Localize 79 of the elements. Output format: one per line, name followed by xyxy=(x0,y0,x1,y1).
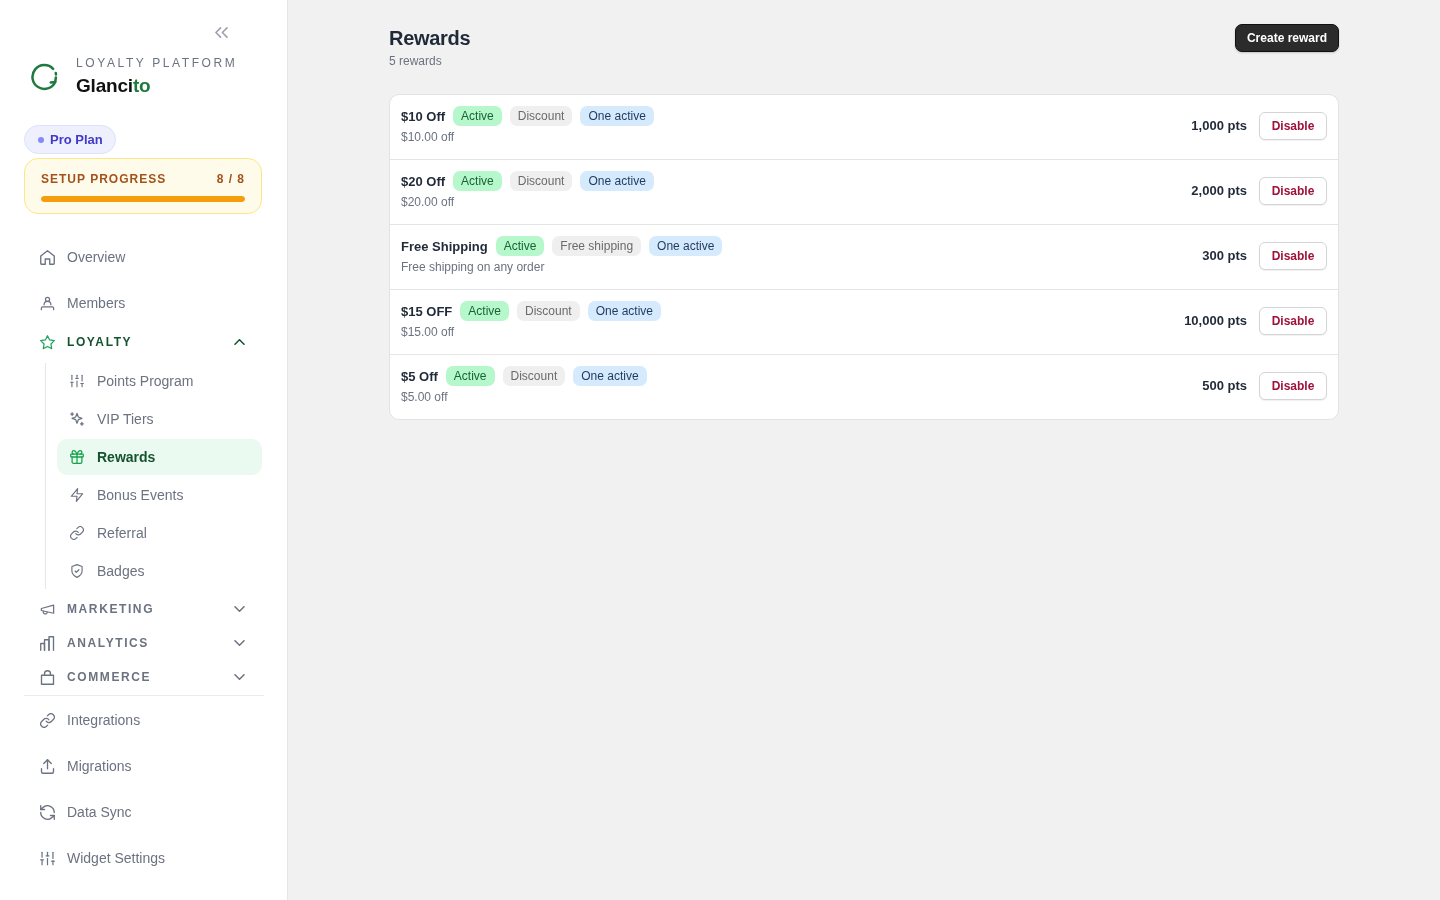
nav-group-header[interactable]: MARKETING xyxy=(24,596,262,622)
nav-sub-item[interactable]: Badges xyxy=(57,553,262,589)
sliders-icon xyxy=(40,850,55,866)
shield-check-icon xyxy=(70,564,84,578)
setup-progress-label: SETUP PROGRESS xyxy=(41,171,167,187)
bar-chart-icon xyxy=(40,635,55,651)
reward-name: $20 Off xyxy=(401,173,446,189)
status-tag: Active xyxy=(453,106,502,126)
type-tag: Discount xyxy=(502,366,566,386)
type-tag: Discount xyxy=(509,171,573,191)
reward-name: $5 Off xyxy=(401,368,438,384)
nav-sub-item[interactable]: Points Program xyxy=(57,363,262,399)
megaphone-icon xyxy=(40,601,55,617)
gift-icon xyxy=(70,450,84,464)
nav-item[interactable]: Overview xyxy=(24,237,262,277)
brand-tagline: LOYALTY PLATFORM xyxy=(76,56,238,70)
reward-description: Free shipping on any order xyxy=(401,259,546,275)
reward-description: $20.00 off xyxy=(401,194,456,210)
reward-name: $15 OFF xyxy=(401,303,453,319)
type-tag: Discount xyxy=(517,301,580,321)
brand-name: Glancito xyxy=(76,74,152,98)
disable-button[interactable]: Disable xyxy=(1259,111,1327,140)
limit-tag: One active xyxy=(573,366,647,386)
sliders-icon xyxy=(70,374,84,388)
create-reward-button[interactable]: Create reward xyxy=(1234,24,1339,52)
reward-description: $15.00 off xyxy=(401,324,456,340)
dot-icon xyxy=(38,136,44,143)
link-icon xyxy=(70,526,84,540)
limit-tag: One active xyxy=(649,236,723,256)
link-icon xyxy=(40,712,55,728)
sparkles-icon xyxy=(70,412,84,426)
person-icon xyxy=(40,295,55,311)
status-tag: Active xyxy=(445,366,495,386)
nav-item[interactable]: Members xyxy=(24,283,262,323)
nav-item[interactable]: Migrations xyxy=(24,746,262,786)
nav-item[interactable]: Data Sync xyxy=(24,792,262,832)
star-icon xyxy=(40,334,55,350)
reward-points: 1,000 pts xyxy=(1191,118,1247,133)
status-tag: Active xyxy=(460,301,509,321)
refresh-icon xyxy=(40,804,55,820)
reward-description: $10.00 off xyxy=(401,129,456,145)
type-tag: Discount xyxy=(509,106,573,126)
upload-icon xyxy=(40,758,55,774)
lightning-icon xyxy=(70,488,84,502)
nav-sub-item[interactable]: Rewards xyxy=(57,439,262,475)
reward-count: 5 rewards xyxy=(389,53,443,69)
reward-points: 10,000 pts xyxy=(1184,313,1247,328)
limit-tag: One active xyxy=(580,171,654,191)
nav-group-header[interactable]: COMMERCE xyxy=(24,664,262,690)
disable-button[interactable]: Disable xyxy=(1259,241,1327,270)
plan-label: Pro Plan xyxy=(50,132,103,147)
reward-points: 500 pts xyxy=(1202,378,1247,393)
reward-points: 2,000 pts xyxy=(1191,183,1247,198)
reward-description: $5.00 off xyxy=(401,389,449,405)
collapse-sidebar-button[interactable] xyxy=(214,26,228,38)
nav-group-header[interactable]: LOYALTY xyxy=(24,329,262,355)
setup-progress-count: 8 / 8 xyxy=(216,171,245,187)
reward-points: 300 pts xyxy=(1202,248,1247,263)
status-tag: Active xyxy=(495,236,545,256)
nav-sub-item[interactable]: Bonus Events xyxy=(57,477,262,513)
disable-button[interactable]: Disable xyxy=(1259,371,1327,400)
nav-sub-item[interactable]: VIP Tiers xyxy=(57,401,262,437)
limit-tag: One active xyxy=(580,106,654,126)
limit-tag: One active xyxy=(587,301,662,321)
page-title: Rewards xyxy=(389,26,471,51)
home-icon xyxy=(40,249,55,265)
bag-icon xyxy=(40,669,55,685)
reward-name: $10 Off xyxy=(401,108,446,124)
nav-item[interactable]: Widget Settings xyxy=(24,838,262,878)
disable-button[interactable]: Disable xyxy=(1259,176,1327,205)
logo-icon xyxy=(30,63,58,91)
reward-name: Free Shipping xyxy=(401,238,488,254)
status-tag: Active xyxy=(453,171,502,191)
type-tag: Free shipping xyxy=(552,236,642,256)
disable-button[interactable]: Disable xyxy=(1259,306,1327,335)
double-chevron-left-icon xyxy=(214,26,228,38)
nav-sub-item[interactable]: Referral xyxy=(57,515,262,551)
nav-group-header[interactable]: ANALYTICS xyxy=(24,630,262,656)
nav-item[interactable]: Integrations xyxy=(24,700,262,740)
